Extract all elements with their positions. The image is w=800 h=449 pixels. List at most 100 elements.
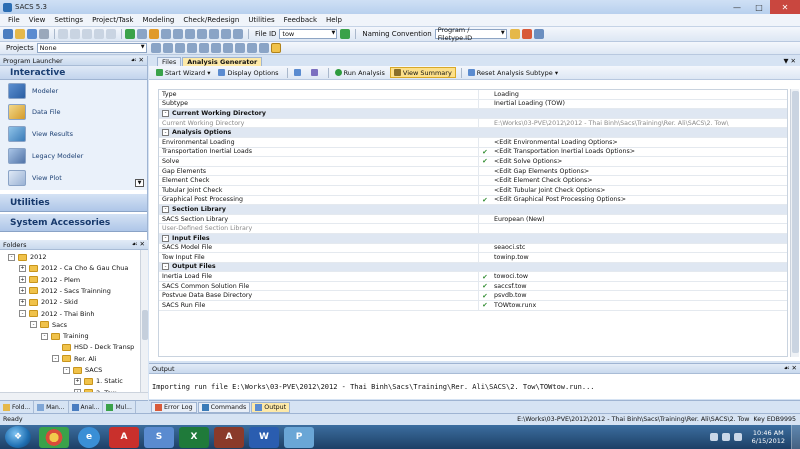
redo-icon[interactable] bbox=[106, 29, 116, 39]
cut-icon[interactable] bbox=[58, 29, 68, 39]
tray-arrow-icon[interactable] bbox=[709, 433, 718, 441]
grid-row-value[interactable]: <Edit Gap Elements Options> bbox=[491, 167, 787, 176]
info-icon[interactable] bbox=[533, 29, 544, 39]
network-icon[interactable] bbox=[721, 433, 730, 441]
tool-icon-3[interactable] bbox=[185, 29, 195, 39]
grid-row-value[interactable]: seaoci.stc bbox=[491, 244, 787, 253]
minimize-button[interactable]: — bbox=[726, 0, 748, 14]
tab-analysis-generator[interactable]: Analysis Generator bbox=[182, 57, 263, 66]
acrobat-icon[interactable]: A bbox=[109, 426, 139, 448]
folder-tree-item[interactable]: - Rer. Ali bbox=[52, 354, 97, 364]
grid-row[interactable]: SACS Section Library European (New) bbox=[159, 214, 787, 225]
grid-row[interactable]: Inertia Load File ✔ towoci.tow bbox=[159, 272, 787, 282]
project-tool-icon[interactable] bbox=[150, 43, 161, 53]
collapse-icon[interactable]: - bbox=[162, 109, 169, 117]
expand-icon[interactable]: + bbox=[19, 298, 26, 306]
find-icon[interactable] bbox=[137, 29, 147, 39]
grid-category[interactable]: - Input Files bbox=[159, 233, 787, 244]
sacs-icon[interactable]: S bbox=[144, 426, 174, 448]
paste-icon[interactable] bbox=[82, 29, 92, 39]
launcher-view-results[interactable]: View Results bbox=[8, 126, 73, 142]
folder-tree-item[interactable]: - Sacs bbox=[30, 320, 67, 330]
folder-tree-item[interactable]: - Training bbox=[41, 331, 89, 341]
project-tool-icon-8[interactable] bbox=[234, 43, 245, 53]
project-tool-icon-4[interactable] bbox=[186, 43, 197, 53]
output-pin-close-icon[interactable]: ☙ ✕ bbox=[784, 364, 797, 372]
projects-combo[interactable]: None ▼ bbox=[36, 43, 147, 53]
display-options-button[interactable]: Display Options bbox=[215, 67, 281, 78]
project-tool-icon-2[interactable] bbox=[162, 43, 173, 53]
collapse-icon[interactable]: - bbox=[162, 205, 169, 213]
launcher-modeler[interactable]: Modeler bbox=[8, 83, 58, 99]
grid-row-value[interactable]: <Edit Element Check Options> bbox=[491, 176, 787, 185]
grid-category[interactable]: - Current Working Directory bbox=[159, 109, 787, 119]
collapse-icon[interactable]: - bbox=[63, 366, 70, 374]
help-icon[interactable] bbox=[521, 29, 532, 39]
collapse-icon[interactable]: - bbox=[52, 355, 59, 363]
folder-tree-item[interactable]: +1. Static bbox=[74, 376, 123, 386]
grid-row-value[interactable]: towoci.tow bbox=[491, 272, 787, 281]
grid-row[interactable]: Tow Input File towinp.tow bbox=[159, 253, 787, 263]
project-tool-icon-3[interactable] bbox=[174, 43, 185, 53]
menu-utilities[interactable]: Utilities bbox=[248, 16, 274, 24]
grid-row-value[interactable]: <Edit Transportation Inertial Loads Opti… bbox=[491, 148, 787, 157]
utilities-section-header[interactable]: Utilities bbox=[0, 194, 147, 212]
grid-row-value[interactable]: saccsf.tow bbox=[491, 282, 787, 291]
reset-analysis-subtype-button[interactable]: Reset Analysis Subtype ▾ bbox=[465, 67, 561, 78]
folder-icon[interactable] bbox=[509, 29, 520, 39]
word-icon[interactable]: W bbox=[249, 426, 279, 448]
grid-row[interactable]: Subtype Inertial Loading (TOW) bbox=[159, 99, 787, 110]
tab-analysis[interactable]: Anal... bbox=[69, 401, 104, 413]
collapse-icon[interactable]: - bbox=[162, 263, 169, 271]
grid-row[interactable]: Element Check <Edit Element Check Options… bbox=[159, 176, 787, 186]
grid-row[interactable]: Tubular Joint Check <Edit Tubular Joint C… bbox=[159, 185, 787, 196]
chrome-icon[interactable] bbox=[39, 426, 69, 448]
project-tool-icon-7[interactable] bbox=[222, 43, 233, 53]
maximize-button[interactable]: □ bbox=[748, 0, 770, 14]
tab-multi[interactable]: Mul... bbox=[103, 401, 136, 413]
grid-category[interactable]: - Section Library bbox=[159, 205, 787, 215]
grid-row-value[interactable]: <Edit Tubular Joint Check Options> bbox=[491, 186, 787, 195]
grid-row-value[interactable]: E:\Works\03-PVE\2012\2012 - Thai Binh\Sa… bbox=[491, 119, 787, 128]
folder-tree-item[interactable]: - 2012 bbox=[8, 252, 47, 262]
pin-close-icon[interactable]: ☙ ✕ bbox=[132, 240, 145, 248]
show-desktop-button[interactable] bbox=[791, 425, 800, 449]
grid-row[interactable]: Current Working Directory E:\Works\03-PVE… bbox=[159, 118, 787, 129]
clock[interactable]: 10:46 AM 6/15/2012 bbox=[746, 429, 791, 445]
folder-tree-item[interactable]: - SACS bbox=[63, 365, 102, 375]
menu-check-redesign[interactable]: Check/Redesign bbox=[183, 16, 239, 24]
tool-icon[interactable] bbox=[161, 29, 171, 39]
tool-icon-6[interactable] bbox=[221, 29, 231, 39]
grid-row[interactable]: Environmental Loading <Edit Environmental… bbox=[159, 137, 787, 148]
doc-pin-close-icon[interactable]: ▼ ✕ bbox=[783, 57, 796, 65]
project-highlight-icon[interactable] bbox=[270, 43, 281, 53]
paint-icon[interactable]: P bbox=[284, 426, 314, 448]
menu-modeling[interactable]: Modeling bbox=[142, 16, 174, 24]
expand-icon[interactable]: + bbox=[19, 287, 26, 295]
save-as-analysis-button[interactable] bbox=[308, 67, 323, 78]
project-tool-icon-6[interactable] bbox=[210, 43, 221, 53]
close-button[interactable]: ✕ bbox=[770, 0, 800, 14]
tool-icon-5[interactable] bbox=[209, 29, 219, 39]
tab-manager[interactable]: Man... bbox=[34, 401, 69, 413]
pin-close-icon[interactable]: ☙ ✕ bbox=[131, 56, 144, 64]
property-grid-scrollbar[interactable] bbox=[790, 89, 799, 357]
project-tool-icon-5[interactable] bbox=[198, 43, 209, 53]
volume-icon[interactable] bbox=[733, 433, 742, 441]
grid-row-value[interactable]: Loading bbox=[491, 90, 787, 99]
expand-icon[interactable]: + bbox=[74, 377, 81, 385]
grid-row[interactable]: Graphical Post Processing ✔ <Edit Graphica… bbox=[159, 195, 787, 206]
folder-tree-scrollbar[interactable] bbox=[140, 250, 148, 400]
expand-icon[interactable]: + bbox=[19, 264, 26, 272]
lock-icon[interactable] bbox=[149, 29, 159, 39]
grid-category[interactable]: - Analysis Options bbox=[159, 128, 787, 138]
menu-settings[interactable]: Settings bbox=[54, 16, 83, 24]
menu-view[interactable]: View bbox=[29, 16, 46, 24]
grid-row-value[interactable]: European (New) bbox=[491, 215, 787, 224]
launcher-scroll-down-icon[interactable]: ▼ bbox=[135, 179, 144, 187]
save-icon[interactable] bbox=[27, 29, 37, 39]
project-tool-icon-9[interactable] bbox=[246, 43, 257, 53]
refresh-icon[interactable] bbox=[125, 29, 135, 39]
undo-icon[interactable] bbox=[94, 29, 104, 39]
collapse-icon[interactable]: - bbox=[8, 253, 15, 261]
